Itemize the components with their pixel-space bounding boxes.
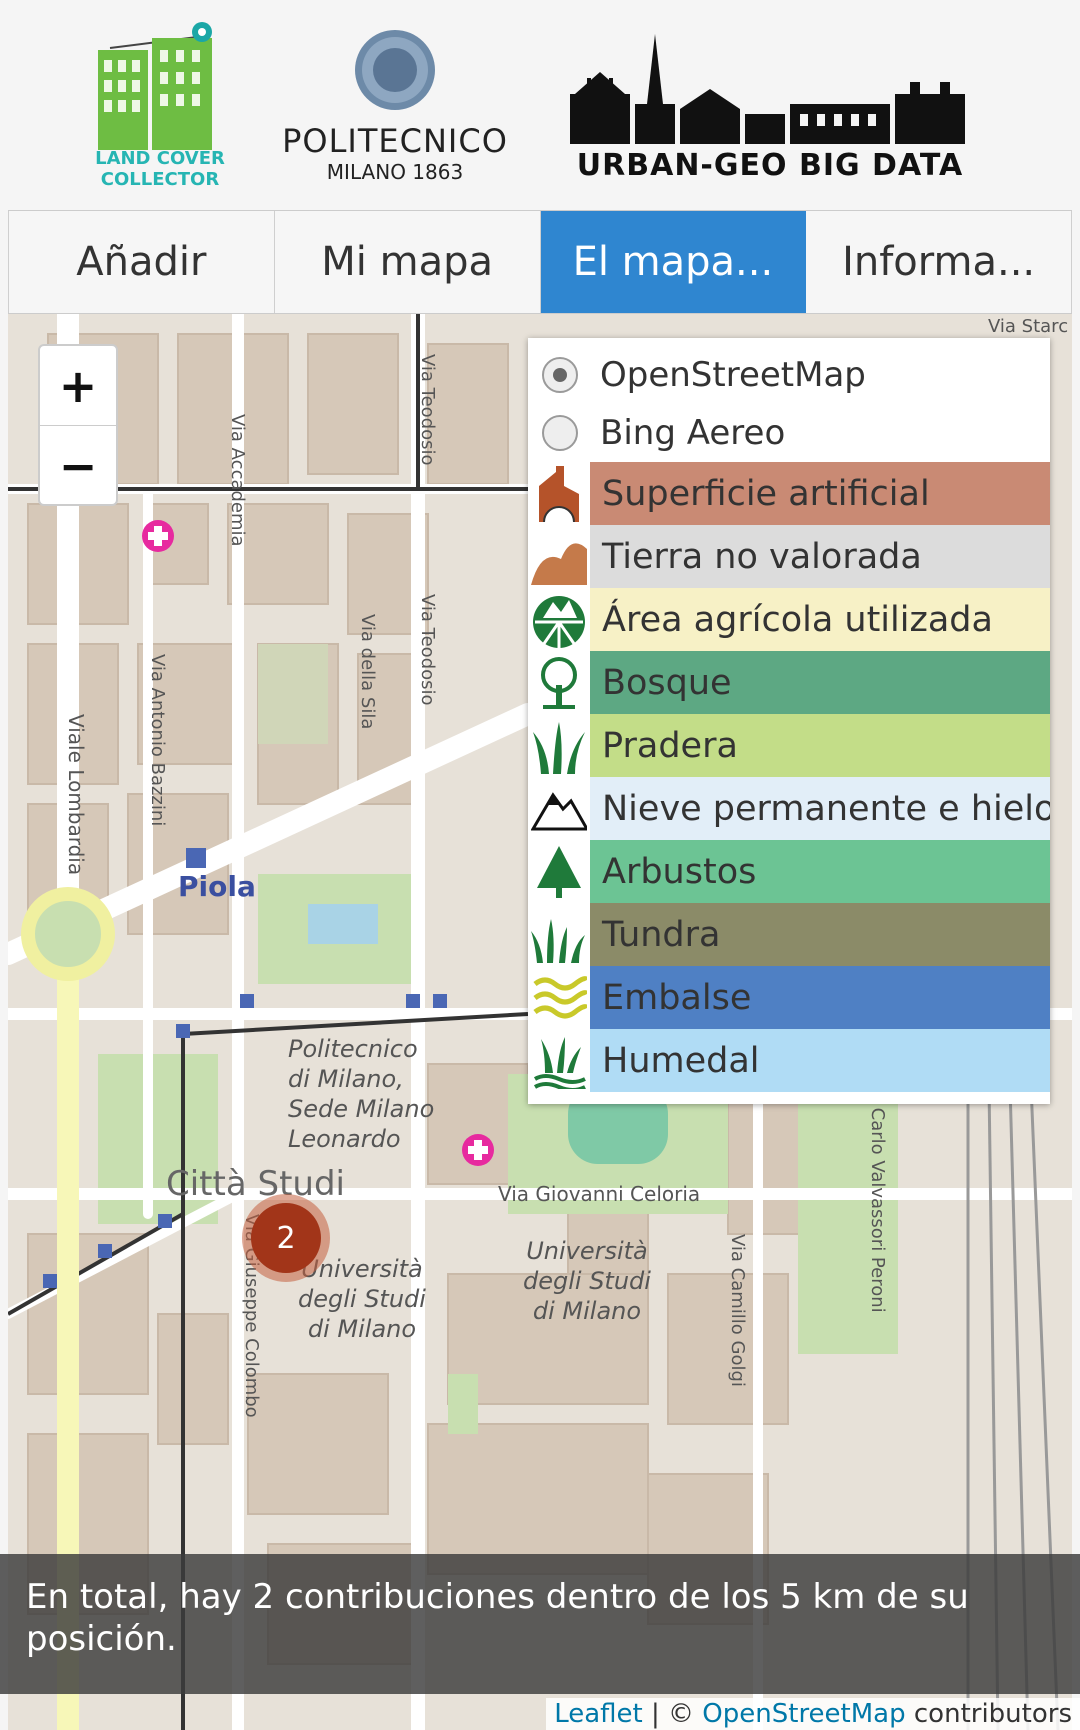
- label-politecnico-line: Leonardo: [288, 1125, 401, 1153]
- contribution-summary: En total, hay 2 contribuciones dentro de…: [0, 1554, 1080, 1694]
- map-view[interactable]: Piola Città Studi Politecnico di Milano,…: [8, 314, 1072, 1730]
- land-cover-item[interactable]: Arbustos: [528, 840, 1050, 903]
- shrub-icon: [528, 840, 590, 903]
- land-cover-label: Bosque: [590, 651, 1050, 714]
- bare-land-icon: [528, 525, 590, 588]
- base-layer-osm[interactable]: OpenStreetMap: [528, 346, 1050, 404]
- cluster-count: 2: [251, 1203, 321, 1273]
- label-unimi-line: di Milano: [307, 1315, 417, 1343]
- tab-el-mapa[interactable]: El mapa...: [540, 211, 807, 313]
- politecnico-logo: POLITECNICO MILANO 1863: [280, 28, 510, 188]
- land-cover-label: Tierra no valorada: [590, 525, 1050, 588]
- attribution-sep: | ©: [642, 1699, 703, 1729]
- attribution-suffix: contributors: [905, 1699, 1072, 1729]
- label-politecnico-line: Politecnico: [288, 1035, 418, 1063]
- tab-anadir[interactable]: Añadir: [8, 211, 275, 313]
- land-cover-item[interactable]: Embalse: [528, 966, 1050, 1029]
- land-cover-label: Área agrícola utilizada: [590, 588, 1050, 651]
- land-cover-label: Pradera: [590, 714, 1050, 777]
- base-layer-label: Bing Aereo: [600, 413, 786, 453]
- label-viale-lombardia: Viale Lombardia: [64, 714, 88, 876]
- water-icon: [528, 966, 590, 1029]
- label-unimi-2: Università degli Studi di Milano: [523, 1236, 651, 1326]
- building-icon: [528, 462, 590, 525]
- app-root: LAND COVER COLLECTOR POLITECNICO MILANO …: [0, 0, 1080, 1730]
- label-via-starc: Via Starc: [988, 316, 1069, 337]
- zoom-in-button[interactable]: +: [40, 346, 116, 426]
- land-cover-item[interactable]: Nieve permanente e hielo: [528, 777, 1050, 840]
- mountain-icon: [528, 777, 590, 840]
- land-cover-item[interactable]: Bosque: [528, 651, 1050, 714]
- label-unimi-line: degli Studi: [523, 1267, 651, 1295]
- tab-bar: Añadir Mi mapa El mapa... Informa...: [8, 210, 1072, 314]
- buildings-icon: [98, 22, 212, 160]
- layers-spacer: [528, 338, 1050, 346]
- label-unimi-line: di Milano: [532, 1297, 642, 1325]
- radio-osm[interactable]: [542, 357, 578, 393]
- politecnico-city: MILANO 1863: [326, 160, 464, 184]
- zoom-control: + −: [38, 344, 118, 506]
- urban-geo-title: URBAN-GEO BIG DATA: [576, 148, 964, 183]
- label-via-accademia: Via Accademia: [227, 414, 248, 547]
- map-attribution: Leaflet | © OpenStreetMap contributors: [546, 1698, 1080, 1730]
- label-citta-studi: Città Studi: [166, 1164, 345, 1204]
- leaflet-link[interactable]: Leaflet: [554, 1699, 643, 1729]
- land-cover-item[interactable]: Superficie artificial: [528, 462, 1050, 525]
- tundra-icon: [528, 903, 590, 966]
- pharmacy-icon: [142, 520, 174, 552]
- label-unimi-line: Università: [526, 1237, 648, 1265]
- tab-mi-mapa[interactable]: Mi mapa: [274, 211, 541, 313]
- label-piola: Piola: [178, 870, 256, 903]
- land-cover-item[interactable]: Tierra no valorada: [528, 525, 1050, 588]
- tab-informacion[interactable]: Informa...: [806, 211, 1072, 313]
- label-via-valvassori: Via Carlo Valvassori Peroni: [867, 1074, 888, 1313]
- zoom-out-button[interactable]: −: [40, 426, 116, 506]
- contribution-cluster-marker[interactable]: 2: [242, 1194, 330, 1282]
- land-cover-label: Arbustos: [590, 840, 1050, 903]
- land-cover-item[interactable]: Pradera: [528, 714, 1050, 777]
- label-via-teodosio-2: Via Teodosio: [417, 594, 438, 706]
- logo-line-2: COLLECTOR: [100, 169, 220, 190]
- radio-bing[interactable]: [542, 415, 578, 451]
- header: LAND COVER COLLECTOR POLITECNICO MILANO …: [0, 0, 1080, 210]
- land-cover-label: Superficie artificial: [590, 462, 1050, 525]
- label-politecnico: Politecnico di Milano, Sede Milano Leona…: [288, 1034, 434, 1154]
- logo-line-1: LAND COVER: [95, 148, 225, 169]
- land-cover-item[interactable]: Humedal: [528, 1029, 1050, 1092]
- land-cover-label: Tundra: [590, 903, 1050, 966]
- land-cover-collector-logo: LAND COVER COLLECTOR: [90, 20, 230, 190]
- label-via-golgi: Via Camillo Golgi: [727, 1234, 748, 1387]
- grass-icon: [528, 714, 590, 777]
- label-via-celoria: Via Giovanni Celoria: [498, 1182, 701, 1206]
- label-via-teodosio: Via Teodosio: [417, 354, 438, 466]
- label-unimi-line: degli Studi: [298, 1285, 426, 1313]
- forest-icon: [528, 651, 590, 714]
- label-politecnico-line: di Milano,: [288, 1065, 404, 1093]
- agriculture-icon: [528, 588, 590, 651]
- land-cover-label: Nieve permanente e hielo: [590, 777, 1050, 840]
- land-cover-item[interactable]: Área agrícola utilizada: [528, 588, 1050, 651]
- base-layer-bing[interactable]: Bing Aereo: [528, 404, 1050, 462]
- wetland-icon: [528, 1029, 590, 1092]
- land-cover-label: Embalse: [590, 966, 1050, 1029]
- land-cover-list: Superficie artificial Tierra no valorada Á…: [528, 462, 1050, 1092]
- skyline-icon: [570, 34, 965, 144]
- urban-geo-logo: URBAN-GEO BIG DATA: [565, 34, 975, 184]
- land-cover-label: Humedal: [590, 1029, 1050, 1092]
- osm-link[interactable]: OpenStreetMap: [702, 1699, 905, 1729]
- seal-icon: [355, 30, 435, 110]
- pharmacy-icon: [462, 1134, 494, 1166]
- land-cover-item[interactable]: Tundra: [528, 903, 1050, 966]
- label-politecnico-line: Sede Milano: [288, 1095, 435, 1123]
- label-via-bazzini: Via Antonio Bazzini: [147, 654, 168, 827]
- politecnico-name: POLITECNICO: [282, 122, 508, 160]
- layers-panel: OpenStreetMap Bing Aereo Superficie arti…: [528, 338, 1050, 1104]
- base-layer-label: OpenStreetMap: [600, 355, 866, 395]
- label-via-della-sila: Via della Sila: [357, 614, 378, 730]
